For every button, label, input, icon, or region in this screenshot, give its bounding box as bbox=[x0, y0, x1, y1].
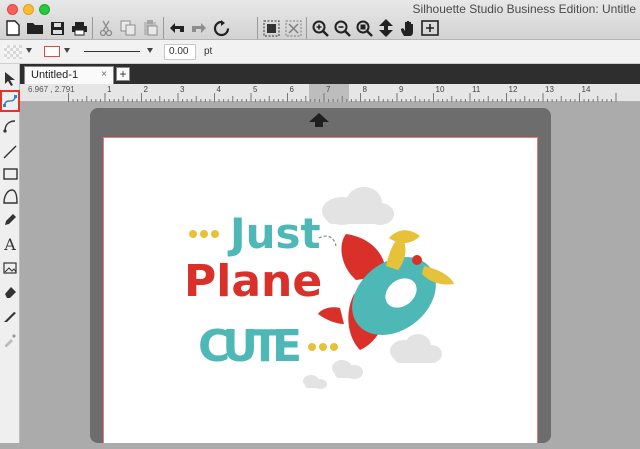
redo-icon[interactable] bbox=[188, 17, 210, 39]
line-color-swatch[interactable] bbox=[44, 46, 60, 57]
tab-close-icon[interactable]: × bbox=[101, 69, 107, 80]
chevron-down-icon[interactable] bbox=[64, 48, 70, 53]
group-icon[interactable] bbox=[260, 17, 282, 39]
ungroup-icon[interactable] bbox=[282, 17, 304, 39]
ruler-tick-label: 4 bbox=[216, 85, 221, 94]
object-toolbar bbox=[255, 16, 441, 40]
ruler-tick-label: 6 bbox=[289, 85, 294, 94]
ruler-tick-label: 9 bbox=[399, 85, 404, 94]
artwork-line-plane: Plane bbox=[184, 256, 322, 307]
toolbar-separator bbox=[257, 17, 258, 39]
artwork-canvas[interactable]: Just Plane CUTE bbox=[104, 138, 539, 444]
title-bar: Silhouette Studio Business Edition: Unti… bbox=[0, 0, 640, 40]
line-width-unit: pt bbox=[204, 46, 213, 57]
zoom-out-icon[interactable] bbox=[331, 17, 353, 39]
chevron-down-icon[interactable] bbox=[26, 48, 32, 53]
ruler-tick-label: 12 bbox=[508, 85, 518, 94]
select-tool-icon[interactable] bbox=[1, 68, 19, 88]
load-direction-arrow-icon bbox=[309, 113, 329, 127]
ruler-tick-label: 3 bbox=[180, 85, 185, 94]
undo-icon[interactable] bbox=[166, 17, 188, 39]
ellipse-tool-icon[interactable] bbox=[1, 186, 19, 206]
toolbar-separator bbox=[163, 17, 164, 39]
ruler-tick-label: 2 bbox=[143, 85, 148, 94]
artwork-line-cute: CUTE bbox=[198, 321, 302, 372]
text-tool-icon[interactable]: A bbox=[1, 234, 19, 254]
paste-icon[interactable] bbox=[139, 17, 161, 39]
horizontal-ruler: 6.967 , 2.791 1 2 3 4 5 6 7 8 9 10 11 12 13 14 bbox=[20, 84, 640, 102]
ruler-tick-label: 11 bbox=[472, 85, 481, 94]
save-icon[interactable] bbox=[46, 17, 68, 39]
minimize-window-button[interactable] bbox=[23, 4, 34, 15]
flight-path bbox=[318, 235, 337, 247]
fit-to-page-icon[interactable] bbox=[419, 17, 441, 39]
line-style-selector[interactable] bbox=[84, 51, 140, 52]
pen-curve-tool-icon[interactable] bbox=[1, 116, 19, 136]
artwork-line-just: Just bbox=[227, 209, 321, 258]
knife-tool-icon[interactable] bbox=[1, 306, 19, 326]
line-width-field[interactable]: 0.00 bbox=[164, 44, 196, 60]
window-title: Silhouette Studio Business Edition: Unti… bbox=[412, 2, 636, 16]
open-folder-icon[interactable] bbox=[24, 17, 46, 39]
move-pan-icon[interactable] bbox=[375, 17, 397, 39]
hand-icon[interactable] bbox=[397, 17, 419, 39]
toolbar-separator bbox=[92, 17, 93, 39]
image-tool-icon[interactable] bbox=[1, 258, 19, 278]
line-style-bar: 0.00 pt bbox=[0, 40, 640, 64]
ruler-tick-label: 10 bbox=[435, 85, 445, 94]
yellow-dots-bottom bbox=[308, 343, 338, 351]
pencil-tool-icon[interactable] bbox=[1, 210, 19, 230]
ruler-tick-label: 13 bbox=[545, 85, 554, 94]
design-page[interactable]: Just Plane CUTE bbox=[103, 137, 538, 443]
zoom-selection-icon[interactable] bbox=[353, 17, 375, 39]
point-edit-tool-icon[interactable] bbox=[0, 90, 20, 112]
close-window-button[interactable] bbox=[7, 4, 18, 15]
eraser-tool-icon[interactable] bbox=[1, 282, 19, 302]
left-toolbar: A bbox=[0, 64, 20, 443]
new-document-icon[interactable] bbox=[2, 17, 24, 39]
cloud-right bbox=[390, 334, 442, 363]
document-tab-bar: Untitled-1 × + bbox=[20, 64, 640, 84]
file-toolbar bbox=[2, 16, 232, 40]
cursor-coordinates: 6.967 , 2.791 bbox=[28, 85, 75, 94]
ruler-tick-label: 1 bbox=[107, 85, 112, 94]
cloud-bottom bbox=[303, 375, 327, 389]
cut-icon[interactable] bbox=[95, 17, 117, 39]
chevron-down-icon[interactable] bbox=[147, 48, 153, 53]
refresh-icon[interactable] bbox=[210, 17, 232, 39]
zoom-window-button[interactable] bbox=[39, 4, 50, 15]
eyedropper-tool-icon[interactable] bbox=[1, 330, 19, 350]
cloud-small bbox=[332, 360, 363, 379]
yellow-dots-top bbox=[189, 230, 219, 238]
copy-icon[interactable] bbox=[117, 17, 139, 39]
ruler-tick-label: 14 bbox=[581, 85, 591, 94]
zoom-in-icon[interactable] bbox=[309, 17, 331, 39]
tab-label: Untitled-1 bbox=[31, 69, 79, 81]
ruler-tick-label: 8 bbox=[362, 85, 367, 94]
ruler-tick-label: 5 bbox=[253, 85, 258, 94]
toolbar-separator bbox=[306, 17, 307, 39]
line-tool-icon[interactable] bbox=[1, 142, 19, 162]
rectangle-tool-icon[interactable] bbox=[1, 164, 19, 184]
document-tab[interactable]: Untitled-1 × bbox=[24, 66, 114, 84]
new-tab-button[interactable]: + bbox=[116, 67, 130, 81]
cloud-top bbox=[322, 187, 394, 225]
ruler-tick-label: 7 bbox=[326, 85, 331, 94]
airplane-illustration bbox=[318, 230, 454, 350]
print-icon[interactable] bbox=[68, 17, 90, 39]
fill-pattern-swatch[interactable] bbox=[4, 45, 22, 59]
